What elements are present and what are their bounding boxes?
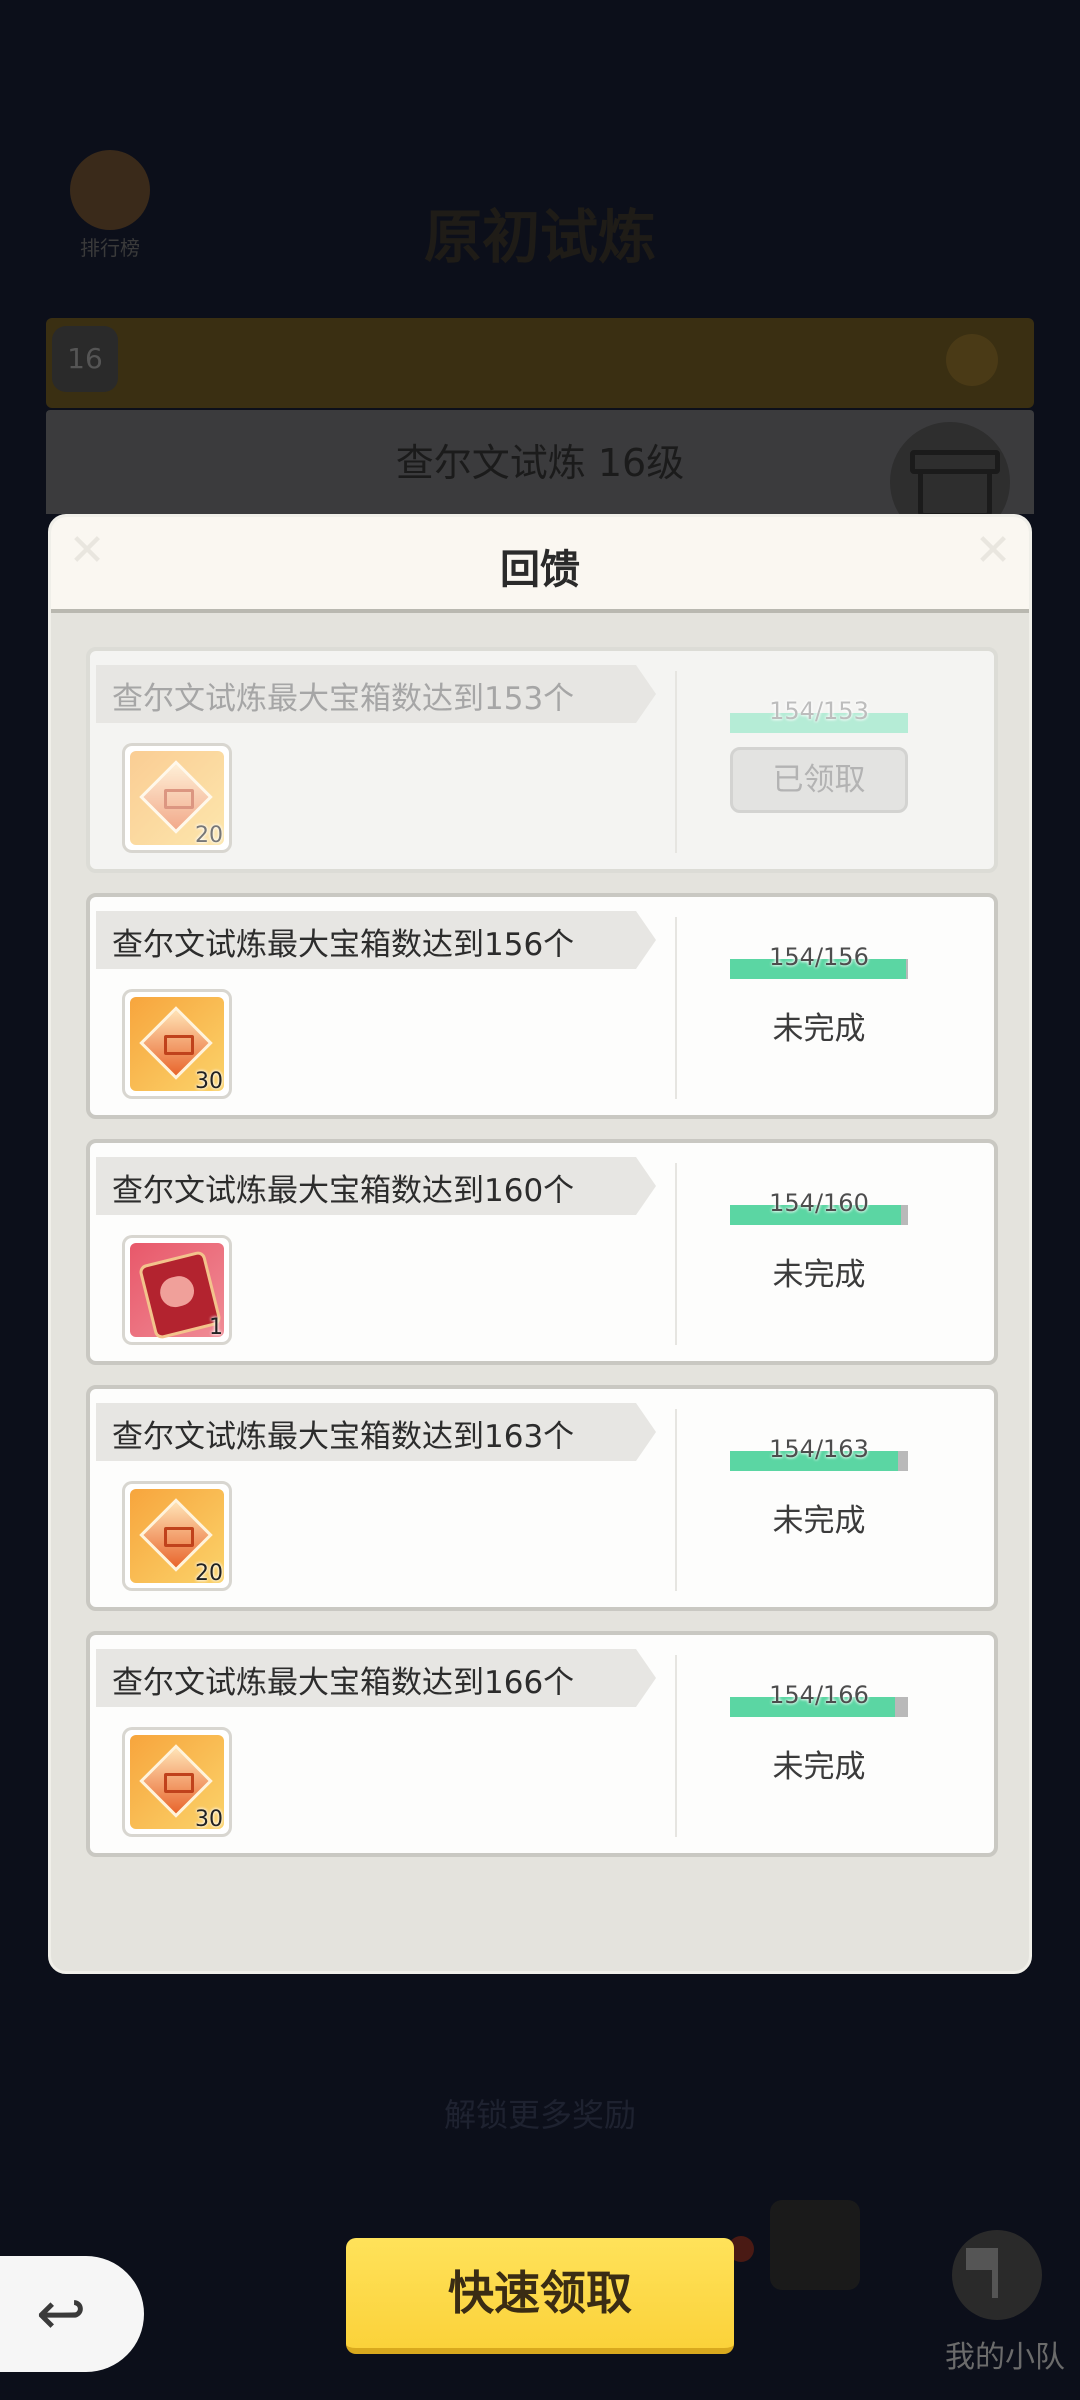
reward-quantity: 30 (195, 1807, 223, 1832)
ribbon-tip (636, 1157, 656, 1215)
ribbon-tip (636, 665, 656, 723)
level-badge: 16 (52, 326, 118, 392)
my-team-label: 我的小队 (945, 2340, 1065, 2375)
reward-item[interactable]: 30 (122, 989, 232, 1099)
my-team-button[interactable]: 我的小队 (930, 2200, 1080, 2380)
trial-title: 查尔文试炼 16级 (395, 441, 685, 485)
status-label: 未完成 (772, 1503, 866, 1539)
info-icon (946, 334, 998, 386)
gift-lid (910, 450, 1000, 474)
task-description: 查尔文试炼最大宝箱数达到163个 (112, 1419, 575, 1455)
progress-text: 154/156 (769, 943, 869, 971)
status-label: 未完成 (772, 1257, 866, 1293)
reward-quantity: 20 (195, 1561, 223, 1586)
background-hint: 解锁更多奖励 (443, 2096, 636, 2134)
divider (675, 1163, 677, 1345)
progress-text: 154/153 (769, 697, 869, 725)
trophy-icon (770, 2200, 860, 2290)
dialog-title: 回馈 (500, 547, 580, 593)
reward-item[interactable]: 20 (122, 743, 232, 853)
gem-detail (164, 789, 194, 809)
progress-text: 154/160 (769, 1189, 869, 1217)
task-row: 查尔文试炼最大宝箱数达到166个 30 154/166 未完成 (86, 1631, 998, 1857)
gem-detail (164, 1773, 194, 1793)
reward-item[interactable]: 1 (122, 1235, 232, 1345)
task-row: 查尔文试炼最大宝箱数达到153个 20 154/153 已领取 (86, 647, 998, 873)
reward-quantity: 1 (209, 1315, 223, 1340)
back-button[interactable]: ↩ (0, 2256, 144, 2372)
flag-cloth (966, 2248, 994, 2270)
quick-claim-button[interactable]: 快速领取 (346, 2238, 734, 2354)
task-description: 查尔文试炼最大宝箱数达到160个 (112, 1173, 575, 1209)
progress-text: 154/163 (769, 1435, 869, 1463)
reward-quantity: 30 (195, 1069, 223, 1094)
task-row: 查尔文试炼最大宝箱数达到160个 1 154/160 未完成 (86, 1139, 998, 1365)
reward-item[interactable]: 20 (122, 1481, 232, 1591)
reward-dialog: ✕ 回馈 ✕ 查尔文试炼最大宝箱数达到153个 20 154/153 已领取 查… (48, 514, 1032, 1974)
task-description: 查尔文试炼最大宝箱数达到166个 (112, 1665, 575, 1701)
ribbon-tip (636, 911, 656, 969)
page-title: 原初试炼 (423, 203, 656, 271)
task-row: 查尔文试炼最大宝箱数达到156个 30 154/156 未完成 (86, 893, 998, 1119)
divider (675, 1409, 677, 1591)
claimed-button[interactable]: 已领取 (730, 747, 908, 813)
status-label: 未完成 (772, 1749, 866, 1785)
dialog-header: ✕ 回馈 ✕ (51, 517, 1029, 613)
ribbon-tip (636, 1403, 656, 1461)
ribbon-tip (636, 1649, 656, 1707)
gem-detail (164, 1527, 194, 1547)
card-face (156, 1272, 198, 1311)
progress-text: 154/166 (769, 1681, 869, 1709)
reward-item[interactable]: 30 (122, 1727, 232, 1837)
gem-detail (164, 1035, 194, 1055)
background-band (46, 318, 1034, 408)
close-icon[interactable]: ✕ (973, 529, 1013, 573)
task-description: 查尔文试炼最大宝箱数达到153个 (112, 681, 575, 717)
task-row: 查尔文试炼最大宝箱数达到163个 20 154/163 未完成 (86, 1385, 998, 1611)
divider (675, 671, 677, 853)
status-label: 未完成 (772, 1011, 866, 1047)
back-arrow-icon: ↩ (36, 2279, 87, 2349)
trial-header: 查尔文试炼 16级 (46, 410, 1034, 514)
reward-quantity: 20 (195, 823, 223, 848)
task-description: 查尔文试炼最大宝箱数达到156个 (112, 927, 575, 963)
divider (675, 1655, 677, 1837)
divider (675, 917, 677, 1099)
